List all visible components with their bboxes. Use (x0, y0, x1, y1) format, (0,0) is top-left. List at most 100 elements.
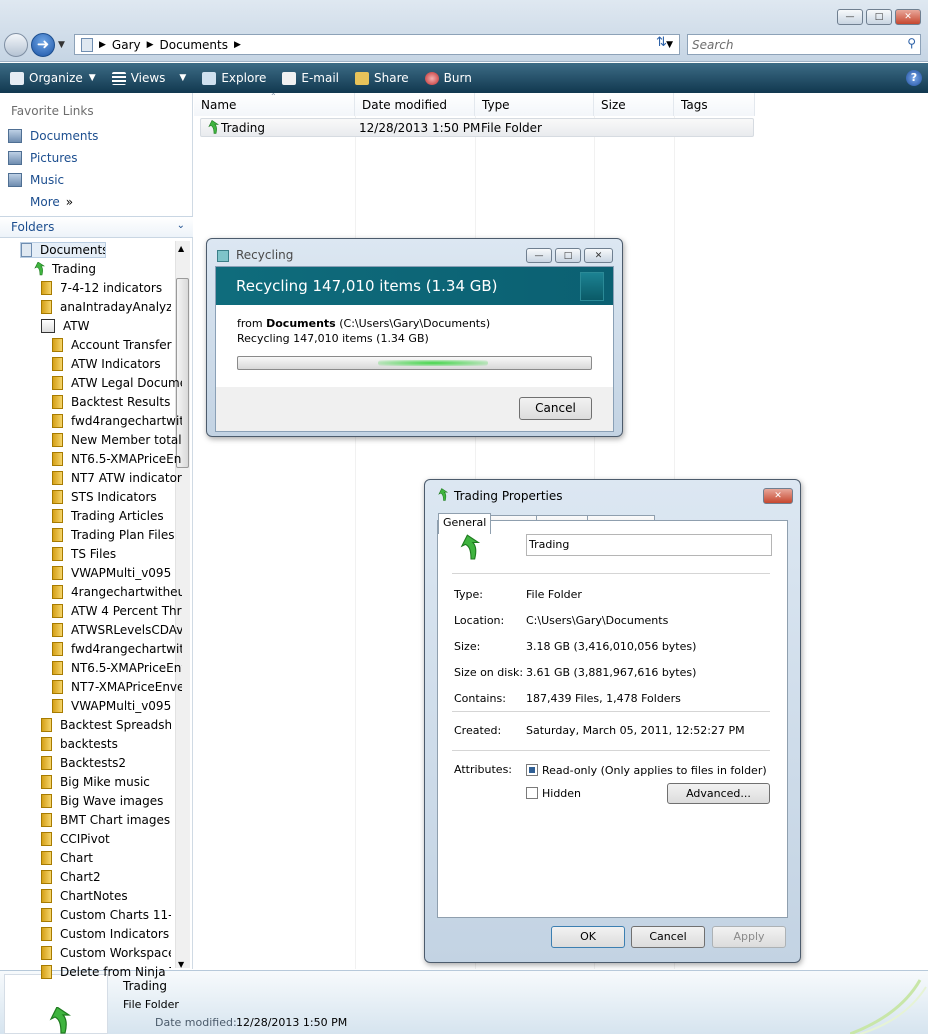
tree-folder[interactable]: ATW 4 Percent Thru (52, 604, 182, 618)
help-icon[interactable]: ? (906, 70, 922, 86)
close-button[interactable]: ✕ (895, 9, 921, 25)
favorite-more[interactable]: More» (30, 195, 73, 209)
tree-folder[interactable]: ATW (41, 319, 171, 333)
property-label: Type: (454, 588, 483, 601)
favorite-documents[interactable]: Documents (8, 129, 98, 143)
progress-fill (378, 360, 488, 366)
tree-trading[interactable]: Trading (34, 262, 164, 276)
folders-header[interactable]: Folders ⌄ (0, 216, 193, 238)
folder-icon (52, 642, 63, 656)
recycling-maximize-button[interactable]: □ (555, 248, 581, 263)
folder-icon (52, 604, 63, 618)
details-date-value: 12/28/2013 1:50 PM (236, 1016, 348, 1029)
tree-folder[interactable]: VWAPMulti_v095 (52, 566, 182, 580)
advanced-button[interactable]: Advanced... (667, 783, 770, 804)
favorite-music[interactable]: Music (8, 173, 64, 187)
tree-folder[interactable]: NT6.5-XMAPriceEn (52, 452, 182, 466)
share-button[interactable]: Share (355, 71, 409, 85)
apply-button[interactable]: Apply (712, 926, 786, 948)
file-row-trading[interactable]: Trading 12/28/2013 1:50 PM File Folder (200, 118, 754, 137)
tree-folder[interactable]: Big Wave images (41, 794, 171, 808)
tree-folder[interactable]: TS Files (52, 547, 182, 561)
breadcrumb-documents[interactable]: Documents (160, 38, 228, 52)
tree-folder[interactable]: Chart (41, 851, 171, 865)
folder-icon (41, 775, 52, 789)
burn-button[interactable]: Burn (424, 71, 472, 85)
tree-folder[interactable]: NT6.5-XMAPriceEnv (52, 661, 182, 675)
tree-folder[interactable]: Backtest Spreadsheet (41, 718, 171, 732)
maximize-button[interactable]: □ (866, 9, 892, 25)
address-dropdown-icon[interactable]: ▼ (666, 40, 673, 50)
tree-folder[interactable]: NT7-XMAPriceEnve (52, 680, 182, 694)
tree-folder[interactable]: Custom Workspaces 1 (41, 946, 171, 960)
back-button[interactable] (4, 33, 28, 57)
recycling-cancel-button[interactable]: Cancel (519, 397, 592, 420)
recycling-minimize-button[interactable]: — (526, 248, 552, 263)
command-bar: Organize ▼ Views ▼ Explore E-mail Share Bu… (0, 63, 928, 93)
tree-folder[interactable]: STS Indicators (52, 490, 182, 504)
recycling-banner: Recycling 147,010 items (1.34 GB) (216, 267, 613, 305)
tree-folder[interactable]: VWAPMulti_v095 (52, 699, 182, 713)
tree-folder[interactable]: Chart2 (41, 870, 171, 884)
recycling-close-button[interactable]: ✕ (584, 248, 613, 263)
search-icon[interactable]: ⚲ (907, 36, 916, 50)
tree-folder[interactable]: fwd4rangechartwith (52, 642, 182, 656)
tree-folder[interactable]: ChartNotes (41, 889, 171, 903)
tree-folder[interactable]: 4rangechartwitheur (52, 585, 182, 599)
email-button[interactable]: E-mail (282, 71, 339, 85)
tree-folder[interactable]: ATW Legal Docume (52, 376, 182, 390)
column-date-modified[interactable]: Date modified (355, 93, 475, 116)
search-input[interactable]: Search ⚲ (687, 34, 921, 55)
tree-folder[interactable]: Trading Articles (52, 509, 182, 523)
tree-folder[interactable]: fwd4rangechartwit (52, 414, 182, 428)
column-size[interactable]: Size (594, 93, 674, 116)
views-menu[interactable]: Views ▼ (111, 71, 186, 85)
property-label: Location: (454, 614, 505, 627)
tree-folder[interactable]: Delete from Ninja Tr (41, 965, 171, 979)
folder-name-field[interactable]: Trading (526, 534, 772, 556)
history-dropdown-icon[interactable]: ▼ (58, 40, 65, 50)
tree-folder[interactable]: BMT Chart images (41, 813, 171, 827)
properties-close-button[interactable]: ✕ (763, 488, 793, 504)
tree-folder[interactable]: anaIntradayAnalyzer (41, 300, 171, 314)
favorite-pictures[interactable]: Pictures (8, 151, 78, 165)
tree-folder[interactable]: Big Mike music (41, 775, 171, 789)
tree-folder[interactable]: Custom Indicators 11 (41, 927, 171, 941)
folder-icon (41, 908, 52, 922)
address-bar[interactable]: ▶ Gary ▶ Documents ▶ ▼ (74, 34, 680, 55)
folder-icon (52, 395, 63, 409)
minimize-button[interactable]: — (837, 9, 863, 25)
scroll-up-icon[interactable]: ▲ (178, 244, 184, 253)
folder-icon (52, 547, 63, 561)
column-name[interactable]: Name ⌃ (194, 92, 355, 116)
tree-folder[interactable]: Account Transfer (52, 338, 182, 352)
column-type[interactable]: Type (475, 93, 594, 116)
forward-button[interactable]: ➜ (31, 33, 55, 57)
tree-folder[interactable]: ATW Indicators (52, 357, 182, 371)
tree-folder[interactable]: CCIPivot (41, 832, 171, 846)
column-tags[interactable]: Tags (674, 93, 755, 116)
tree-folder[interactable]: Custom Charts 11-18 (41, 908, 171, 922)
tree-folder[interactable]: backtests (41, 737, 171, 751)
tree-folder[interactable]: Backtests2 (41, 756, 171, 770)
properties-cancel-button[interactable]: Cancel (631, 926, 705, 948)
folder-icon (81, 37, 93, 52)
explore-button[interactable]: Explore (202, 71, 266, 85)
refresh-icon[interactable]: ⇅ (656, 35, 667, 50)
tree-folder[interactable]: NT7 ATW indicator (52, 471, 182, 485)
folder-icon (41, 300, 52, 314)
breadcrumb-gary[interactable]: Gary (112, 38, 141, 52)
organize-menu[interactable]: Organize ▼ (10, 71, 96, 85)
tree-folder[interactable]: 7-4-12 indicators (41, 281, 171, 295)
tree-folder[interactable]: ATWSRLevelsCDAv. (52, 623, 182, 637)
ok-button[interactable]: OK (551, 926, 625, 948)
tree-documents[interactable]: Documents (20, 242, 106, 258)
tab-general[interactable]: General (438, 513, 492, 534)
tree-folder[interactable]: Trading Plan Files (52, 528, 182, 542)
scroll-down-icon[interactable]: ▼ (178, 960, 184, 969)
readonly-checkbox[interactable] (526, 764, 538, 776)
email-icon (282, 71, 297, 85)
tree-folder[interactable]: Backtest Results (52, 395, 182, 409)
hidden-checkbox[interactable] (526, 787, 538, 799)
tree-folder[interactable]: New Member total (52, 433, 182, 447)
